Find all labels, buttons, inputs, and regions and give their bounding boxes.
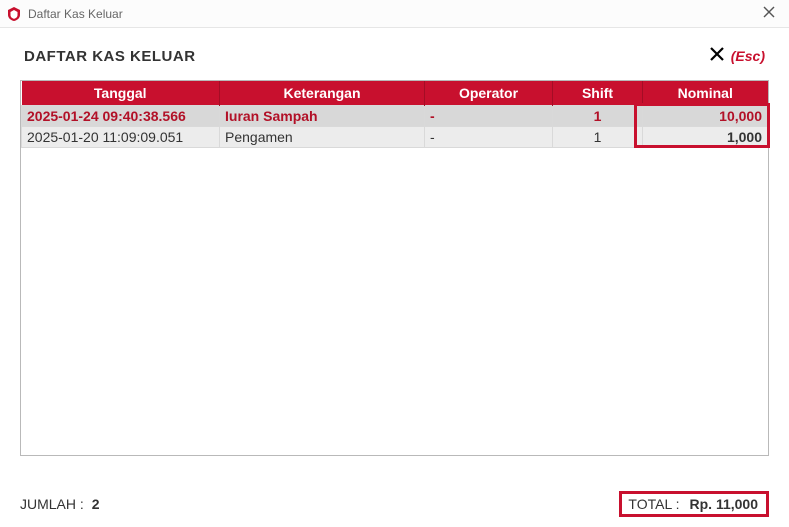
total-label: TOTAL :: [628, 496, 679, 512]
table-row[interactable]: 2025-01-24 09:40:38.566Iuran Sampah-110,…: [22, 106, 768, 127]
jumlah-label: JUMLAH :: [20, 496, 84, 512]
titlebar: Daftar Kas Keluar: [0, 0, 789, 28]
cell-shift: 1: [553, 106, 643, 127]
close-esc-button[interactable]: (Esc): [709, 46, 765, 66]
cell-shift: 1: [553, 127, 643, 148]
cash-out-table: Tanggal Keterangan Operator Shift Nomina…: [21, 81, 768, 148]
titlebar-left: Daftar Kas Keluar: [6, 6, 123, 22]
col-header-tanggal[interactable]: Tanggal: [22, 81, 220, 106]
page-title: DAFTAR KAS KELUAR: [24, 48, 196, 65]
col-header-keterangan[interactable]: Keterangan: [220, 81, 425, 106]
cell-tanggal: 2025-01-20 11:09:09.051: [22, 127, 220, 148]
cell-tanggal: 2025-01-24 09:40:38.566: [22, 106, 220, 127]
esc-label: (Esc): [731, 48, 765, 64]
col-header-nominal[interactable]: Nominal: [643, 81, 768, 106]
app-icon: [6, 6, 22, 22]
window-close-button[interactable]: [757, 6, 781, 22]
window-title: Daftar Kas Keluar: [28, 7, 123, 21]
table-header-row: Tanggal Keterangan Operator Shift Nomina…: [22, 81, 768, 106]
total-box: TOTAL : Rp. 11,000: [619, 491, 769, 517]
close-icon: [709, 46, 725, 66]
jumlah-value: 2: [92, 496, 100, 512]
footer: JUMLAH : 2 TOTAL : Rp. 11,000: [20, 491, 769, 517]
cell-nominal: 10,000: [643, 106, 768, 127]
cell-keterangan: Iuran Sampah: [220, 106, 425, 127]
total-value: Rp. 11,000: [690, 496, 759, 512]
cell-keterangan: Pengamen: [220, 127, 425, 148]
page-header: DAFTAR KAS KELUAR (Esc): [0, 28, 789, 80]
table-row[interactable]: 2025-01-20 11:09:09.051Pengamen-11,000: [22, 127, 768, 148]
jumlah-group: JUMLAH : 2: [20, 496, 99, 512]
cash-out-table-container: Tanggal Keterangan Operator Shift Nomina…: [20, 80, 769, 456]
cell-operator: -: [425, 127, 553, 148]
cell-nominal: 1,000: [643, 127, 768, 148]
cell-operator: -: [425, 106, 553, 127]
col-header-shift[interactable]: Shift: [553, 81, 643, 106]
col-header-operator[interactable]: Operator: [425, 81, 553, 106]
